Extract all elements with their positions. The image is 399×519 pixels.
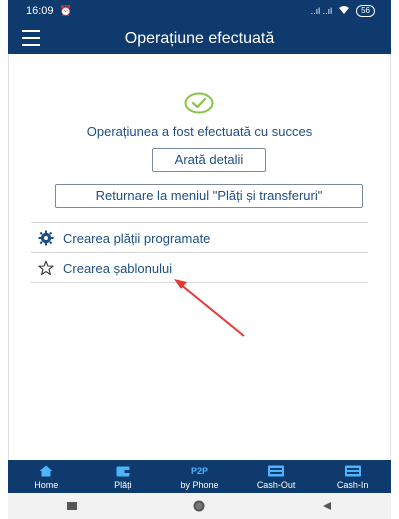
status-bar: 16:09 ⏰ ..ıl ..ıl 56 [8,0,391,22]
tab-p2p-label: by Phone [180,479,219,490]
bottom-tab-bar: Home Plăți P2P by Phone Cash-Out Cash-In [8,460,391,493]
tab-cash-out[interactable]: Cash-Out [238,460,315,493]
cash-out-icon [267,464,285,478]
wallet-icon [116,464,130,478]
home-button[interactable] [184,496,214,516]
recent-apps-button[interactable] [57,496,87,516]
tab-cash-out-label: Cash-Out [256,479,296,490]
cash-in-icon [344,464,362,478]
app-bar: Operațiune efectuată [8,22,391,54]
status-right: ..ıl ..ıl 56 [311,5,375,17]
page-title: Operațiune efectuată [124,30,275,47]
alarm-icon: ⏰ [59,5,72,17]
signal-icon: ..ıl ..ıl [310,6,333,16]
back-button[interactable] [312,496,342,516]
tab-payments[interactable]: Plăți [85,460,162,493]
tab-cash-in-label: Cash-In [336,479,369,490]
status-time: 16:09 [26,5,54,17]
annotation-arrow [174,279,245,337]
phone-screen: 16:09 ⏰ ..ıl ..ıl 56 Operațiune efectuat… [8,0,391,519]
battery-icon: 56 [356,5,375,17]
main-content: Operațiunea a fost efectuată cu succes A… [8,54,391,460]
tab-cash-in[interactable]: Cash-In [314,460,391,493]
tab-payments-label: Plăți [114,479,132,490]
home-icon [39,464,53,478]
tab-home-label: Home [34,479,59,490]
p2p-label: P2P [190,465,208,476]
system-nav-bar [8,493,391,519]
tab-p2p[interactable]: P2P by Phone [161,460,238,493]
tab-home[interactable]: Home [8,460,85,493]
wifi-icon [338,5,350,17]
